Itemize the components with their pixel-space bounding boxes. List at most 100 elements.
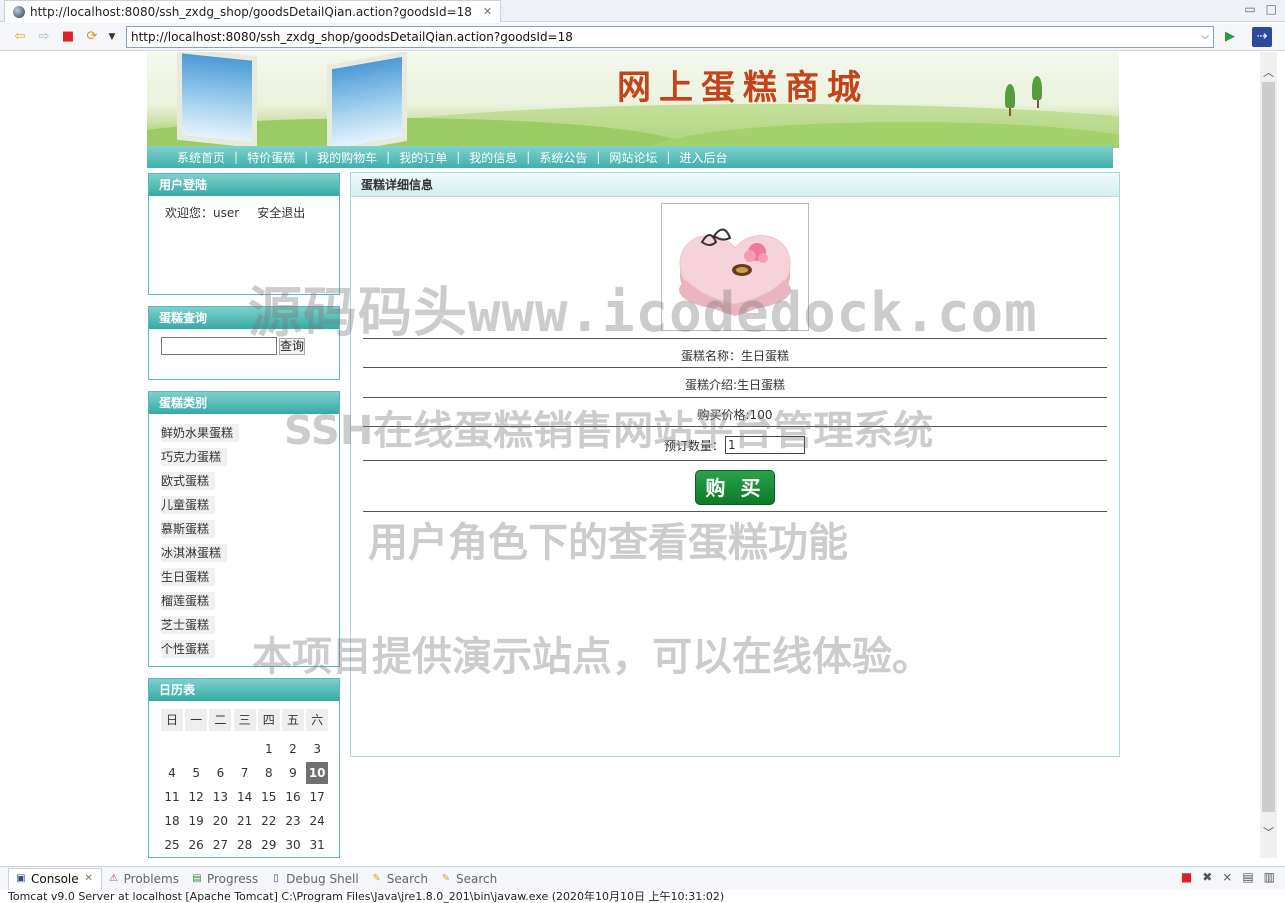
nav-orders[interactable]: 我的订单 <box>399 149 447 166</box>
browser-tab[interactable]: http://localhost:8080/ssh_zxdg_shop/good… <box>4 0 502 22</box>
calendar-day[interactable]: 13 <box>209 786 231 808</box>
page-scrollbar[interactable]: ︿ ﹀ <box>1260 52 1277 858</box>
calendar-day[interactable]: 12 <box>185 786 207 808</box>
url-input[interactable]: http://localhost:8080/ssh_zxdg_shop/good… <box>126 26 1214 48</box>
calendar-day[interactable]: 31 <box>306 834 328 856</box>
console-icon: ▣ <box>16 873 26 884</box>
tab-search-2[interactable]: ✎ Search <box>434 868 503 890</box>
open-external-icon[interactable]: ⇢ <box>1252 27 1272 47</box>
buy-button[interactable]: 购 买 <box>695 470 775 505</box>
tab-console[interactable]: ▣ Console ✕ <box>8 867 102 890</box>
category-link[interactable]: 芝士蛋糕 <box>161 616 216 634</box>
search-input[interactable] <box>161 337 277 355</box>
divider <box>363 426 1107 427</box>
calendar-day[interactable]: 11 <box>161 786 183 808</box>
category-link[interactable]: 榴莲蛋糕 <box>161 592 216 610</box>
calendar-day[interactable]: 15 <box>258 786 280 808</box>
scroll-lock-icon[interactable]: ▥ <box>1264 870 1275 884</box>
close-icon[interactable]: ✕ <box>83 873 95 885</box>
category-link[interactable]: 生日蛋糕 <box>161 568 216 586</box>
nav-cart[interactable]: 我的购物车 <box>317 149 377 166</box>
calendar-day[interactable]: 18 <box>161 810 183 832</box>
scroll-down-icon[interactable]: ﹀ <box>1263 824 1274 840</box>
nav-special[interactable]: 特价蛋糕 <box>247 149 295 166</box>
detail-panel-title: 蛋糕详细信息 <box>351 173 1119 197</box>
browser-tab-bar: http://localhost:8080/ssh_zxdg_shop/good… <box>0 0 1285 22</box>
calendar-day[interactable]: 22 <box>258 810 280 832</box>
back-icon[interactable]: ⇦ <box>12 29 28 45</box>
calendar-day[interactable]: 23 <box>282 810 304 832</box>
category-link[interactable]: 冰淇淋蛋糕 <box>161 544 228 562</box>
history-dropdown-icon[interactable]: ▼ <box>104 29 120 45</box>
nav-home[interactable]: 系统首页 <box>177 149 225 166</box>
welcome-area: 欢迎您：user 安全退出 <box>165 204 323 221</box>
forward-icon[interactable]: ⇨ <box>36 29 52 45</box>
nav-separator: | <box>456 150 461 164</box>
calendar-box-title: 日历表 <box>149 679 339 701</box>
remove-all-icon[interactable]: ⨯ <box>1222 870 1232 884</box>
calendar-day[interactable]: 24 <box>306 810 328 832</box>
calendar-day[interactable]: 8 <box>258 762 280 784</box>
refresh-icon[interactable]: ⟳ <box>84 29 100 45</box>
main-nav: 系统首页 | 特价蛋糕 | 我的购物车 | 我的订单 | 我的信息 | 系统公告… <box>147 146 1113 168</box>
tab-debug-shell[interactable]: ▯ Debug Shell <box>264 868 365 890</box>
tab-console-label: Console <box>31 872 79 886</box>
remove-launch-icon[interactable]: ✖ <box>1202 870 1212 884</box>
calendar-day[interactable]: 3 <box>306 738 328 760</box>
divider <box>363 511 1107 512</box>
calendar-day[interactable]: 7 <box>234 762 256 784</box>
nav-forum[interactable]: 网站论坛 <box>609 149 657 166</box>
calendar-day[interactable]: 28 <box>234 834 256 856</box>
category-link[interactable]: 欧式蛋糕 <box>161 472 216 490</box>
login-box: 用户登陆 欢迎您：user 安全退出 <box>148 173 340 295</box>
tab-search[interactable]: ✎ Search <box>365 868 434 890</box>
category-link[interactable]: 慕斯蛋糕 <box>161 520 216 538</box>
minimize-icon[interactable]: ▭ <box>1244 2 1255 16</box>
stop-icon[interactable]: ■ <box>60 29 76 45</box>
calendar-day[interactable]: 29 <box>258 834 280 856</box>
calendar-day[interactable]: 1 <box>258 738 280 760</box>
terminate-icon[interactable]: ■ <box>1181 870 1192 884</box>
calendar-day[interactable]: 2 <box>282 738 304 760</box>
calendar-day[interactable]: 5 <box>185 762 207 784</box>
calendar-day[interactable]: 6 <box>209 762 231 784</box>
calendar-day[interactable]: 25 <box>161 834 183 856</box>
progress-icon: ▤ <box>192 872 202 884</box>
calendar-today[interactable]: 10 <box>306 762 329 784</box>
category-link[interactable]: 鲜奶水果蛋糕 <box>161 424 240 442</box>
calendar-day[interactable]: 30 <box>282 834 304 856</box>
maximize-icon[interactable]: □ <box>1266 2 1277 16</box>
category-link[interactable]: 巧克力蛋糕 <box>161 448 228 466</box>
tab-problems[interactable]: ⚠ Problems <box>102 868 185 890</box>
calendar-day[interactable]: 26 <box>185 834 207 856</box>
calendar-day[interactable]: 27 <box>209 834 231 856</box>
nav-my-info[interactable]: 我的信息 <box>469 149 517 166</box>
calendar-day[interactable]: 4 <box>161 762 183 784</box>
category-link[interactable]: 儿童蛋糕 <box>161 496 216 514</box>
go-icon[interactable]: ▶ <box>1222 29 1238 45</box>
quantity-input[interactable]: 1 <box>725 436 805 454</box>
nav-notices[interactable]: 系统公告 <box>539 149 587 166</box>
calendar-day[interactable]: 9 <box>282 762 304 784</box>
calendar-day[interactable]: 20 <box>209 810 231 832</box>
calendar-weekday: 三 <box>233 709 256 731</box>
tab-progress[interactable]: ▤ Progress <box>185 868 264 890</box>
category-link[interactable]: 个性蛋糕 <box>161 640 216 658</box>
nav-admin[interactable]: 进入后台 <box>679 149 727 166</box>
logout-link[interactable]: 安全退出 <box>257 206 305 220</box>
login-box-title: 用户登陆 <box>149 174 339 196</box>
console-tab-bar: ▣ Console ✕ ⚠ Problems ▤ Progress ▯ Debu… <box>0 866 1285 890</box>
chevron-down-icon[interactable]: ⌵ <box>1201 27 1209 47</box>
calendar-day[interactable]: 19 <box>185 810 207 832</box>
close-tab-icon[interactable]: ✕ <box>483 5 492 18</box>
calendar-day[interactable]: 17 <box>306 786 328 808</box>
calendar-day[interactable]: 14 <box>234 786 256 808</box>
calendar-weekday: 六 <box>306 709 329 731</box>
nav-separator: | <box>666 150 671 164</box>
calendar-day[interactable]: 16 <box>282 786 304 808</box>
calendar-day[interactable]: 21 <box>234 810 256 832</box>
scroll-up-icon[interactable]: ︿ <box>1263 64 1274 80</box>
scrollbar-thumb[interactable] <box>1262 82 1275 812</box>
clear-console-icon[interactable]: ▤ <box>1242 870 1253 884</box>
search-button[interactable]: 查询 <box>279 338 305 355</box>
